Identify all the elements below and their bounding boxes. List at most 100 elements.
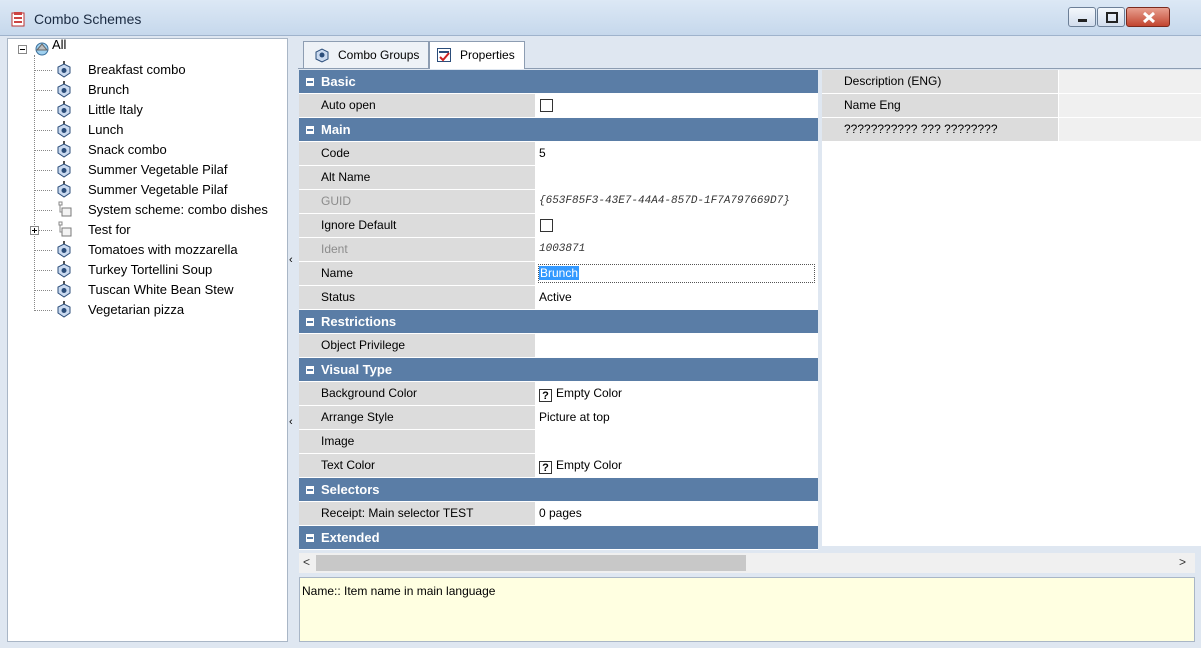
image-value[interactable]	[536, 430, 818, 453]
collapse-icon[interactable]	[306, 78, 314, 86]
property-label: Name	[299, 262, 535, 285]
lang-row-name-eng[interactable]: Name Eng	[822, 94, 1201, 118]
lang-value[interactable]	[1059, 118, 1201, 141]
property-code[interactable]: Code 5	[299, 142, 818, 166]
scheme-tree[interactable]: All Breakfast combo Brunch Little Italy Lun…	[7, 38, 288, 642]
name-value-editor[interactable]: Brunch	[536, 262, 818, 285]
scroll-right-icon[interactable]: >	[1179, 555, 1186, 569]
alt-name-value[interactable]	[536, 166, 818, 189]
tab-properties[interactable]: Properties	[429, 41, 525, 69]
tree-item-label: Summer Vegetable Pilaf	[88, 162, 228, 177]
category-label: Visual Type	[321, 362, 393, 377]
collapse-arrow-icon[interactable]: ‹	[289, 416, 293, 428]
category-label: Selectors	[321, 482, 380, 497]
category-basic[interactable]: Basic	[299, 70, 818, 94]
tree-item-label: Turkey Tortellini Soup	[88, 262, 213, 277]
category-main[interactable]: Main	[299, 118, 818, 142]
tree-connector	[34, 290, 52, 291]
category-label: Basic	[321, 74, 356, 89]
scheme-folder-icon	[58, 221, 72, 237]
status-value[interactable]: Active	[536, 286, 818, 309]
property-image[interactable]: Image	[299, 430, 818, 454]
tree-connector	[34, 170, 52, 171]
minimize-button[interactable]	[1068, 7, 1096, 27]
combo-item-icon	[57, 81, 71, 98]
property-text-color[interactable]: Text Color ? Empty Color	[299, 454, 818, 478]
property-arrange-style[interactable]: Arrange Style Picture at top	[299, 406, 818, 430]
empty-color-swatch-icon: ?	[539, 389, 552, 402]
object-privilege-value[interactable]	[536, 334, 818, 357]
category-extended[interactable]: Extended	[299, 526, 818, 550]
tab-combo-groups[interactable]: Combo Groups	[303, 41, 429, 68]
background-color-value[interactable]: ? Empty Color	[536, 382, 818, 405]
tree-item-label: Breakfast combo	[88, 62, 186, 77]
ignore-default-checkbox[interactable]	[540, 219, 553, 232]
receipt-selector-value[interactable]: 0 pages	[536, 502, 818, 525]
property-background-color[interactable]: Background Color ? Empty Color	[299, 382, 818, 406]
tree-item-label: Brunch	[88, 82, 130, 97]
scrollbar-thumb[interactable]	[316, 555, 746, 571]
tab-properties-label: Properties	[460, 48, 515, 62]
property-status[interactable]: Status Active	[299, 286, 818, 310]
tree-item-label: Vegetarian pizza	[88, 302, 185, 317]
tree-item-label: Tuscan White Bean Stew	[88, 282, 234, 297]
property-label: Image	[299, 430, 535, 453]
collapse-icon[interactable]	[306, 486, 314, 494]
combo-item-icon	[57, 101, 71, 118]
property-label: Text Color	[299, 454, 535, 477]
property-label: Receipt: Main selector TEST	[299, 502, 535, 525]
tab-strip: Combo Groups Properties	[298, 38, 1201, 69]
property-label: Object Privilege	[299, 334, 535, 357]
property-auto-open[interactable]: Auto open	[299, 94, 818, 118]
property-label: Code	[299, 142, 535, 165]
tree-connector	[34, 130, 52, 131]
splitter[interactable]	[288, 38, 297, 642]
collapse-icon[interactable]	[306, 534, 314, 542]
collapse-icon[interactable]	[306, 366, 314, 374]
tree-item-label: Summer Vegetable Pilaf	[88, 182, 228, 197]
category-visual-type[interactable]: Visual Type	[299, 358, 818, 382]
auto-open-checkbox[interactable]	[540, 99, 553, 112]
combo-item-icon	[57, 241, 71, 258]
tree-connector	[34, 250, 52, 251]
property-ident: Ident 1003871	[299, 238, 818, 262]
close-button[interactable]	[1126, 7, 1170, 27]
collapse-icon[interactable]	[18, 45, 27, 54]
category-restrictions[interactable]: Restrictions	[299, 310, 818, 334]
property-grid[interactable]: Basic Auto open Main Code 5 Alt Name GUI…	[299, 70, 818, 550]
property-object-privilege[interactable]: Object Privilege	[299, 334, 818, 358]
empty-color-swatch-icon: ?	[539, 461, 552, 474]
combo-item-icon	[57, 261, 71, 278]
minimize-icon	[1078, 19, 1087, 22]
collapse-icon[interactable]	[306, 126, 314, 134]
tree-item-label: Test for	[88, 222, 131, 237]
property-label: GUID	[299, 190, 535, 213]
arrange-style-value[interactable]: Picture at top	[536, 406, 818, 429]
lang-value[interactable]	[1059, 94, 1201, 117]
collapse-arrow-icon[interactable]: ‹	[289, 254, 293, 266]
property-label: Background Color	[299, 382, 535, 405]
property-name[interactable]: Name Brunch	[299, 262, 818, 286]
category-selectors[interactable]: Selectors	[299, 478, 818, 502]
property-label: Arrange Style	[299, 406, 535, 429]
lang-value[interactable]	[1059, 70, 1201, 93]
description-text: Name:: Item name in main language	[302, 584, 496, 598]
maximize-button[interactable]	[1097, 7, 1125, 27]
property-ignore-default[interactable]: Ignore Default	[299, 214, 818, 238]
tree-connector	[34, 150, 52, 151]
tree-connector	[34, 90, 52, 91]
maximize-icon	[1106, 12, 1118, 23]
focus-frame	[538, 264, 815, 283]
expand-icon[interactable]	[30, 226, 39, 235]
collapse-icon[interactable]	[306, 318, 314, 326]
language-panel[interactable]: Description (ENG) Name Eng ??????????? ?…	[822, 70, 1201, 546]
property-label: Alt Name	[299, 166, 535, 189]
lang-row-unknown[interactable]: ??????????? ??? ????????	[822, 118, 1201, 142]
property-alt-name[interactable]: Alt Name	[299, 166, 818, 190]
property-receipt-selector[interactable]: Receipt: Main selector TEST 0 pages	[299, 502, 818, 526]
code-value[interactable]: 5	[536, 142, 818, 165]
horizontal-scrollbar[interactable]: < >	[299, 553, 1195, 573]
lang-row-description[interactable]: Description (ENG)	[822, 70, 1201, 94]
text-color-value[interactable]: ? Empty Color	[536, 454, 818, 477]
scroll-left-icon[interactable]: <	[303, 555, 310, 569]
